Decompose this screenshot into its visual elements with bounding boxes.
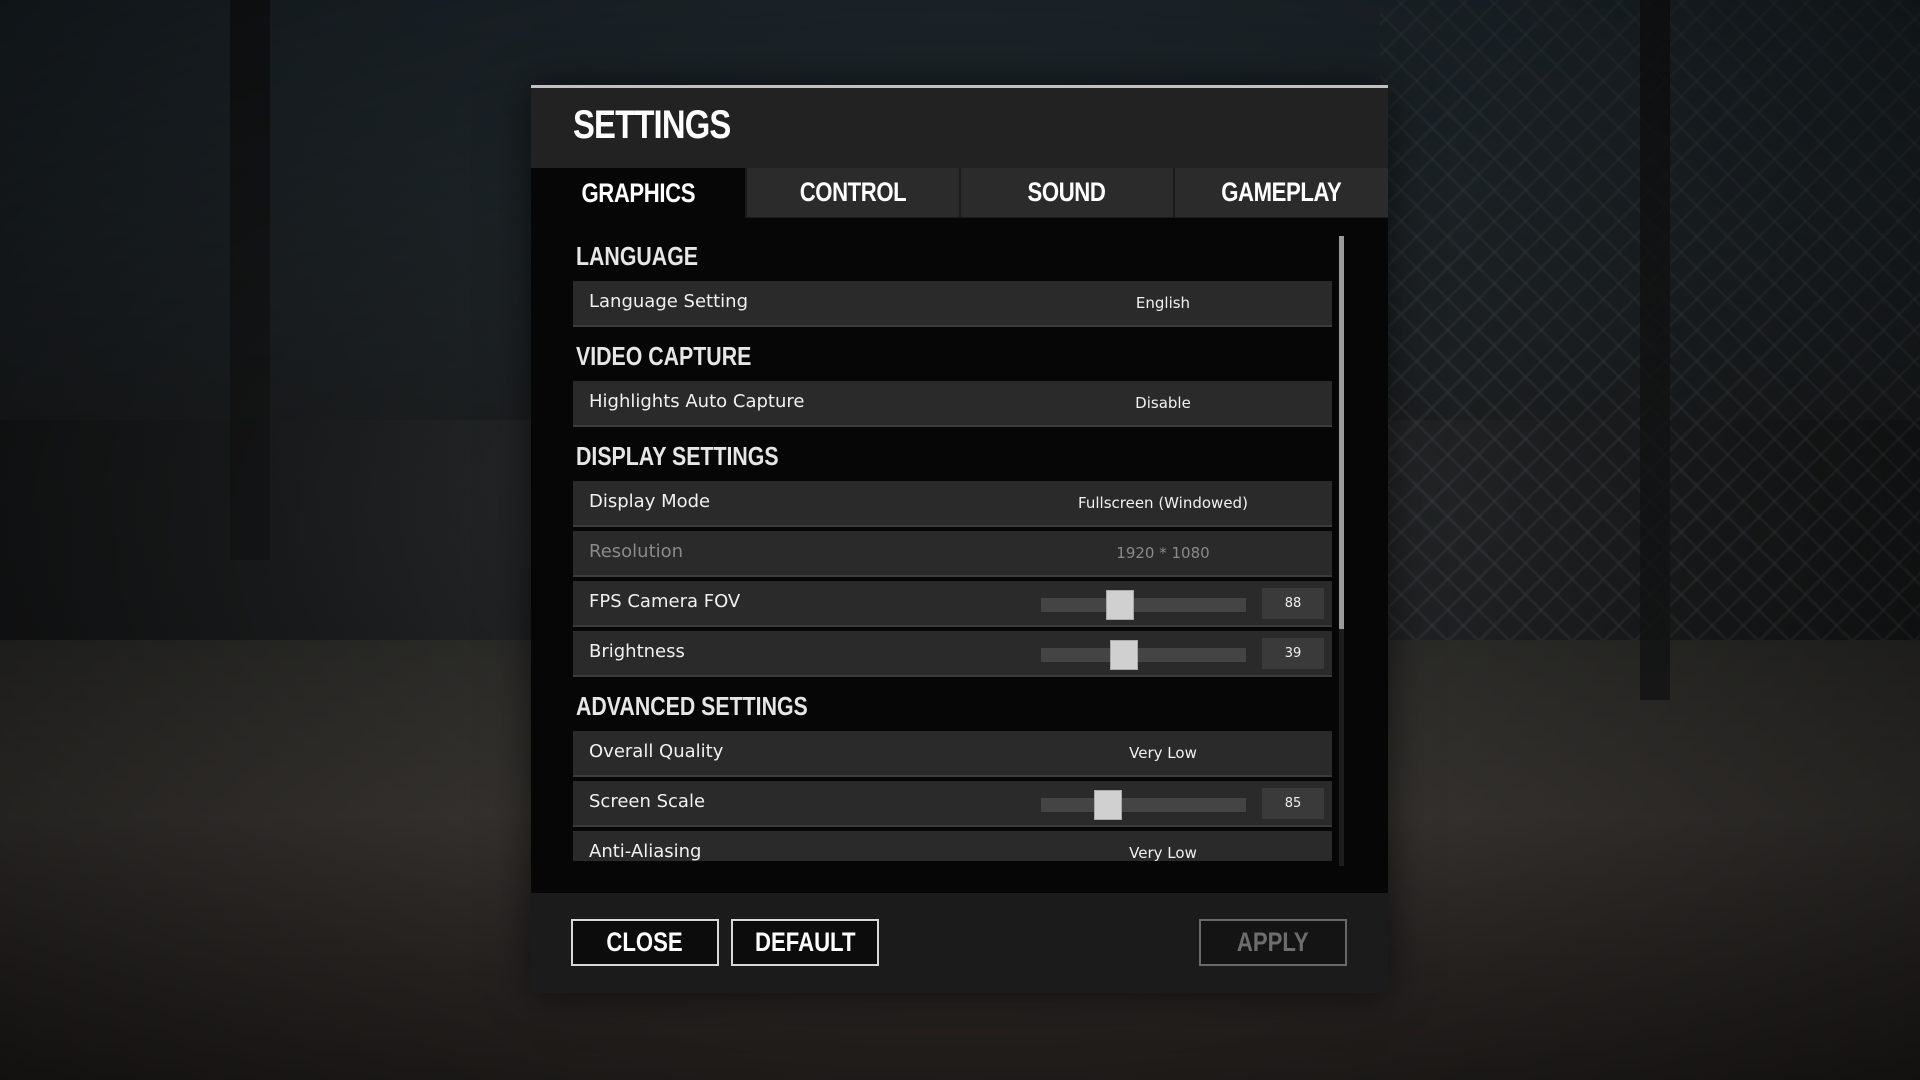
tab-label: SOUND (1028, 177, 1106, 207)
setting-label: Language Setting (589, 291, 749, 312)
tab-control[interactable]: CONTROL (747, 168, 959, 217)
section-title: VIDEO CAPTURE (576, 340, 752, 371)
setting-row-anti-aliasing[interactable]: Anti-Aliasing Very Low (573, 831, 1332, 861)
setting-value-readonly: 1920 * 1080 (1116, 544, 1210, 562)
setting-label: Screen Scale (589, 791, 706, 812)
settings-dialog: SETTINGS GRAPHICS CONTROL SOUND GAMEPLAY… (531, 85, 1388, 993)
slider-thumb[interactable] (1106, 590, 1134, 620)
tab-graphics[interactable]: GRAPHICS (531, 168, 745, 218)
setting-label: Resolution (589, 541, 684, 562)
setting-row-resolution: Resolution 1920 * 1080 (573, 531, 1332, 577)
brightness-slider[interactable] (1041, 640, 1246, 670)
screen-scale-slider[interactable] (1041, 790, 1246, 820)
setting-label: Overall Quality (589, 741, 724, 762)
button-label: DEFAULT (754, 927, 856, 957)
section-header-language: LANGUAGE (573, 231, 1332, 281)
fov-slider[interactable] (1041, 590, 1246, 620)
setting-value-dropdown[interactable]: Fullscreen (Windowed) (1078, 494, 1248, 512)
setting-row-overall-quality[interactable]: Overall Quality Very Low (573, 731, 1332, 777)
title-bar: SETTINGS (531, 85, 1388, 168)
setting-row-highlights-auto-capture[interactable]: Highlights Auto Capture Disable (573, 381, 1332, 427)
tab-label: GAMEPLAY (1221, 177, 1342, 207)
scrollbar-thumb[interactable] (1339, 236, 1344, 629)
setting-label: Highlights Auto Capture (589, 391, 805, 412)
screen-scale-value-input[interactable]: 85 (1262, 788, 1324, 819)
tab-gameplay[interactable]: GAMEPLAY (1175, 168, 1388, 217)
setting-label: Anti-Aliasing (589, 841, 702, 861)
section-title: ADVANCED SETTINGS (576, 690, 808, 721)
default-button[interactable]: DEFAULT (731, 919, 879, 966)
tab-label: GRAPHICS (581, 177, 695, 208)
button-label: APPLY (1237, 927, 1309, 957)
setting-row-screen-scale: Screen Scale 85 (573, 781, 1332, 827)
section-title: DISPLAY SETTINGS (576, 440, 779, 471)
setting-row-language[interactable]: Language Setting English (573, 281, 1332, 327)
setting-row-display-mode[interactable]: Display Mode Fullscreen (Windowed) (573, 481, 1332, 527)
fov-value-input[interactable]: 88 (1262, 588, 1324, 619)
setting-label: Brightness (589, 641, 685, 662)
dialog-title: SETTINGS (573, 103, 731, 147)
setting-value-dropdown[interactable]: Very Low (1078, 744, 1248, 762)
apply-button[interactable]: APPLY (1199, 919, 1347, 966)
brightness-value-input[interactable]: 39 (1262, 638, 1324, 669)
setting-value-dropdown[interactable]: English (1078, 294, 1248, 312)
settings-list: LANGUAGE Language Setting English VIDEO … (573, 231, 1332, 861)
title-bar-accent (531, 85, 1388, 88)
setting-row-brightness: Brightness 39 (573, 631, 1332, 677)
close-button[interactable]: CLOSE (571, 919, 719, 966)
setting-value-dropdown[interactable]: Disable (1078, 394, 1248, 412)
tab-sound[interactable]: SOUND (961, 168, 1173, 217)
setting-label: FPS Camera FOV (589, 591, 741, 612)
setting-label: Display Mode (589, 491, 711, 512)
section-header-display-settings: DISPLAY SETTINGS (573, 431, 1332, 481)
slider-thumb[interactable] (1094, 790, 1122, 820)
slider-thumb[interactable] (1110, 640, 1138, 670)
section-title: LANGUAGE (576, 240, 699, 271)
dialog-footer: CLOSE DEFAULT APPLY (531, 893, 1388, 993)
button-label: CLOSE (606, 927, 684, 957)
setting-value-dropdown[interactable]: Very Low (1078, 844, 1248, 861)
section-header-video-capture: VIDEO CAPTURE (573, 331, 1332, 381)
tab-bar: GRAPHICS CONTROL SOUND GAMEPLAY (531, 168, 1388, 218)
tab-label: CONTROL (799, 177, 907, 207)
settings-content: LANGUAGE Language Setting English VIDEO … (531, 218, 1388, 893)
section-header-advanced-settings: ADVANCED SETTINGS (573, 681, 1332, 731)
setting-row-fps-camera-fov: FPS Camera FOV 88 (573, 581, 1332, 627)
